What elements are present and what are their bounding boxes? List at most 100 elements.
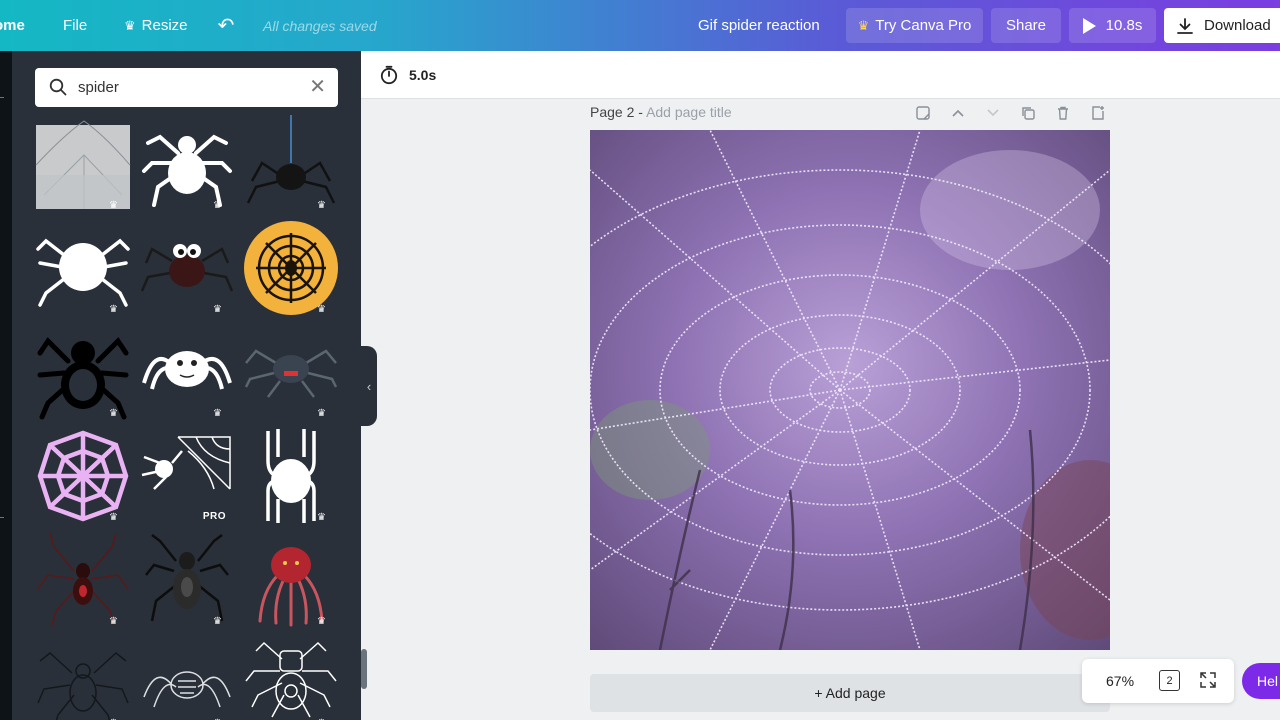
result-item[interactable]: ♛ xyxy=(34,115,132,213)
crown-icon: ♛ xyxy=(109,512,118,523)
crown-icon: ♛ xyxy=(317,408,326,419)
white-spider-round-image xyxy=(36,238,130,307)
result-item[interactable]: ♛ xyxy=(242,531,340,629)
result-item[interactable]: ♛ xyxy=(242,633,340,720)
page-duration: 5.0s xyxy=(409,67,437,83)
chevron-left-icon: ‹ xyxy=(366,378,372,394)
page-title-input[interactable]: Add page title xyxy=(646,104,732,120)
crown-icon: ♛ xyxy=(213,408,222,419)
file-menu[interactable]: File xyxy=(63,0,87,51)
resize-button[interactable]: ♛ Resize xyxy=(124,0,188,51)
save-status: All changes saved xyxy=(263,17,377,34)
search-icon xyxy=(49,78,67,96)
results-grid: ♛ ♛ ♛ ♛ ♛ ♛ ♛ ♛ ♛ ♛ PRO ♛ ♛ ♛ ♛ xyxy=(24,111,364,720)
line-spider-image xyxy=(37,652,129,720)
play-duration: 10.8s xyxy=(1105,17,1143,34)
editor-subbar: 5.0s xyxy=(361,51,1280,99)
result-item[interactable]: ♛ xyxy=(138,115,236,213)
spiderweb-orange-circle-image xyxy=(244,221,338,315)
download-button[interactable]: Download xyxy=(1164,8,1280,43)
spider-web-sketch-image xyxy=(35,120,131,209)
left-nav-rail xyxy=(0,51,12,720)
download-icon xyxy=(1177,17,1193,34)
try-canva-pro-button[interactable]: ♛ Try Canva Pro xyxy=(846,8,983,43)
result-item[interactable]: ♛ xyxy=(34,531,132,629)
sketch-spider-image xyxy=(143,671,231,708)
download-label: Download xyxy=(1204,17,1271,34)
try-pro-label: Try Canva Pro xyxy=(875,17,972,34)
fullscreen-icon[interactable] xyxy=(1199,671,1217,694)
result-item[interactable]: PRO xyxy=(138,427,236,525)
move-down-icon[interactable] xyxy=(982,102,1003,123)
result-item[interactable]: ♛ xyxy=(138,633,236,720)
elements-panel: spider ✕ ♛ ♛ ♛ ♛ ♛ ♛ ♛ ♛ ♛ ♛ PRO ♛ ♛ ♛ ♛ xyxy=(12,51,367,720)
crown-icon: ♛ xyxy=(317,616,326,627)
zoom-controls: 67% 2 xyxy=(1082,659,1234,703)
design-canvas[interactable] xyxy=(590,130,1110,650)
page-number-label: Page 2 - xyxy=(590,104,643,120)
duplicate-icon[interactable] xyxy=(1017,102,1038,123)
zoom-level[interactable]: 67% xyxy=(1106,673,1134,689)
result-item[interactable]: ♛ xyxy=(242,115,340,213)
result-item[interactable]: ♛ xyxy=(34,323,132,421)
share-button[interactable]: Share xyxy=(991,8,1061,43)
crown-icon: ♛ xyxy=(109,616,118,627)
grey-spider-image xyxy=(145,534,229,622)
white-spider-legs-up-image xyxy=(266,429,316,523)
page-count-icon[interactable]: 2 xyxy=(1159,670,1180,691)
result-item[interactable]: ♛ xyxy=(138,219,236,317)
play-icon xyxy=(1082,17,1096,34)
top-toolbar: ome File ♛ Resize ↶ All changes saved Gi… xyxy=(0,0,1280,51)
fluffy-white-spider-image xyxy=(142,351,232,390)
clear-icon[interactable]: ✕ xyxy=(309,77,326,97)
add-page-button[interactable]: + Add page xyxy=(590,674,1110,712)
black-outline-spider-image xyxy=(37,337,129,420)
help-button[interactable]: Hel xyxy=(1242,663,1280,699)
result-item[interactable]: ♛ xyxy=(34,427,132,525)
result-item[interactable]: ♛ xyxy=(34,219,132,317)
rail-marker xyxy=(0,97,4,98)
crown-icon: ♛ xyxy=(317,200,326,211)
undo-icon[interactable]: ↶ xyxy=(214,0,238,51)
result-item[interactable]: ♛ xyxy=(242,427,340,525)
dark-scary-spider-image xyxy=(244,349,338,398)
add-page-icon[interactable] xyxy=(1087,102,1108,123)
panel-scrollbar[interactable] xyxy=(361,649,367,689)
crown-icon: ♛ xyxy=(317,304,326,315)
outline-robot-spider-image xyxy=(245,641,337,718)
pro-badge: PRO xyxy=(202,511,226,522)
page-timer[interactable]: 5.0s xyxy=(379,65,436,85)
rail-marker xyxy=(0,517,4,518)
cartoon-spider-eyes-image xyxy=(140,244,234,292)
collapse-panel-button[interactable]: ‹ xyxy=(361,346,377,426)
home-link[interactable]: ome xyxy=(0,0,25,51)
result-item[interactable]: ♛ xyxy=(138,531,236,629)
red-octopus-spider-image xyxy=(258,547,324,627)
search-bar[interactable]: spider ✕ xyxy=(35,68,338,107)
design-title[interactable]: Gif spider reaction xyxy=(698,0,820,51)
result-item[interactable]: ♛ xyxy=(34,633,132,720)
hanging-black-spider-image xyxy=(246,115,336,204)
crown-icon: ♛ xyxy=(109,304,118,315)
crown-icon: ♛ xyxy=(857,17,870,33)
white-spider-image xyxy=(142,134,232,207)
move-up-icon[interactable] xyxy=(947,102,968,123)
spiderweb-photo xyxy=(590,130,1110,650)
notes-icon[interactable] xyxy=(912,102,933,123)
crown-icon: ♛ xyxy=(213,200,222,211)
search-input[interactable]: spider xyxy=(78,79,119,96)
result-item[interactable]: ♛ xyxy=(242,219,340,317)
red-black-spider-image xyxy=(37,532,129,626)
result-item[interactable]: ♛ xyxy=(138,323,236,421)
crown-icon: ♛ xyxy=(109,200,118,211)
crown-icon: ♛ xyxy=(109,408,118,419)
page-header: Page 2 - Add page title xyxy=(590,104,732,120)
page-tools xyxy=(912,102,1108,123)
result-item[interactable]: ♛ xyxy=(242,323,340,421)
play-button[interactable]: 10.8s xyxy=(1069,8,1156,43)
crown-icon: ♛ xyxy=(213,304,222,315)
stopwatch-icon xyxy=(380,65,398,85)
delete-icon[interactable] xyxy=(1052,102,1073,123)
resize-label: Resize xyxy=(141,17,188,34)
crown-icon: ♛ xyxy=(124,17,136,33)
